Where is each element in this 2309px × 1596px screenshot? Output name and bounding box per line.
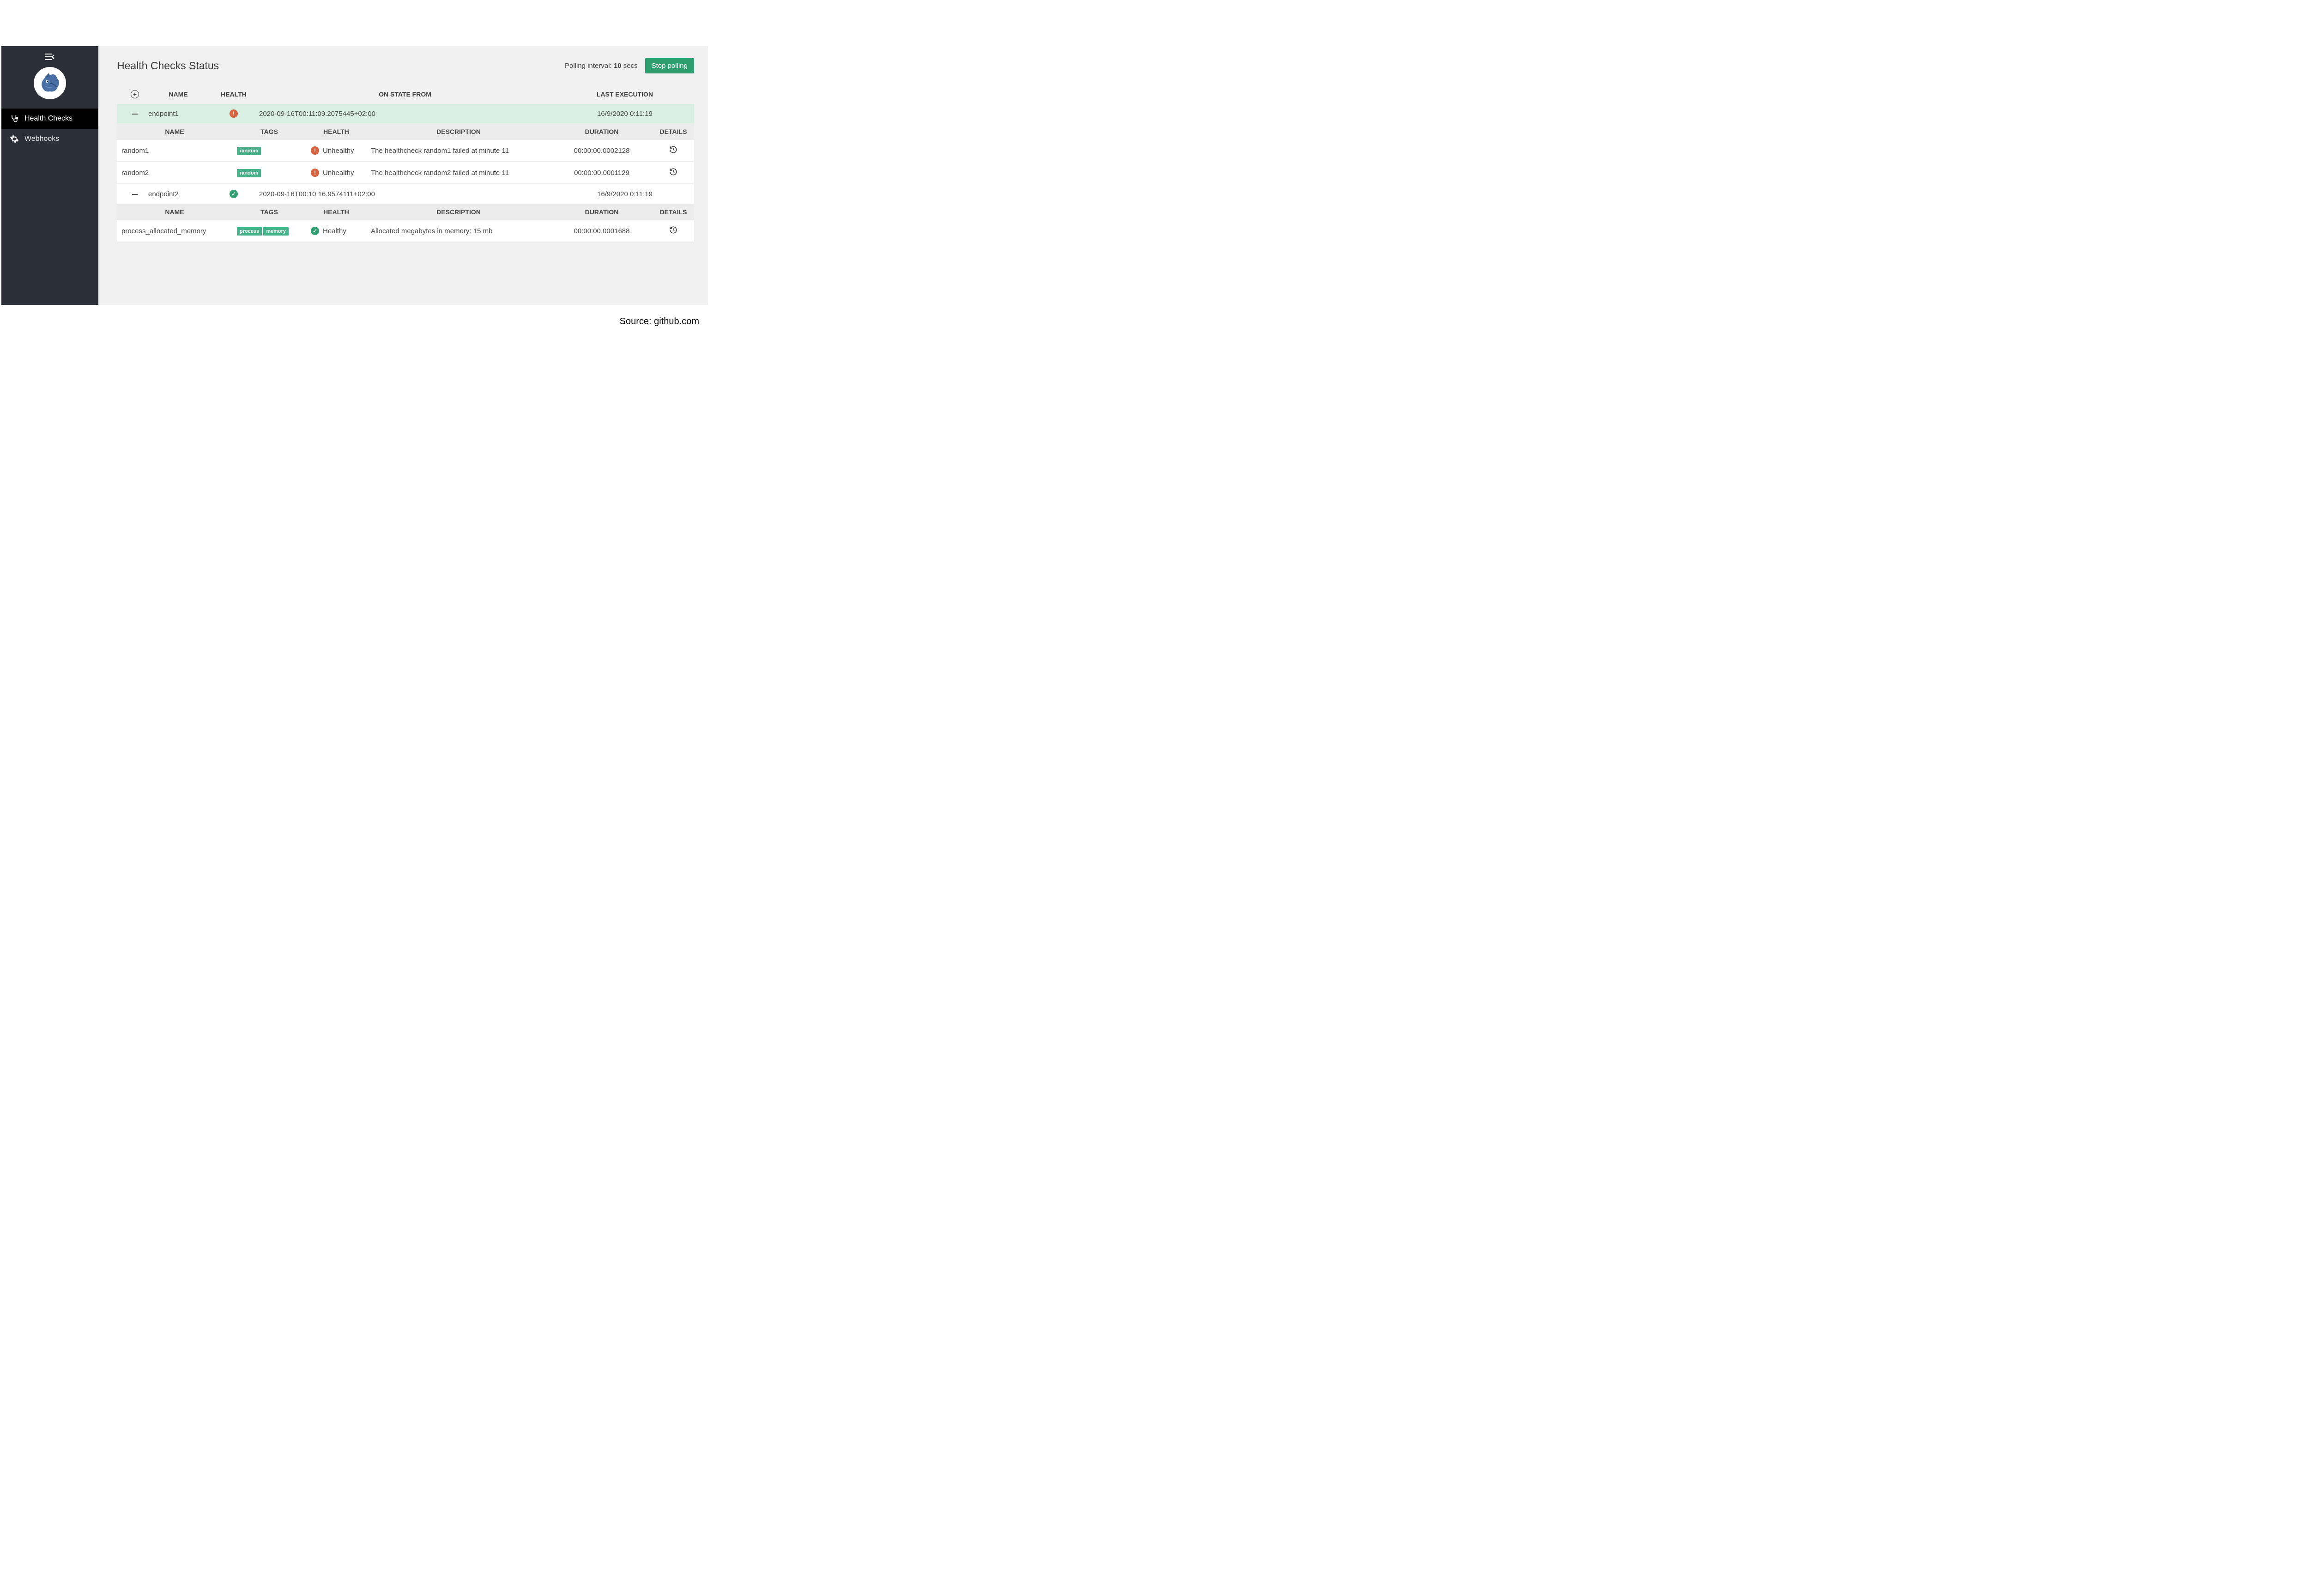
tag-badge: random	[237, 147, 261, 155]
table-body: endpoint1! 2020-09-16T00:11:09.2075445+02…	[117, 104, 694, 242]
col-inner-tags: TAGS	[232, 123, 306, 140]
sidebar-item-health-checks[interactable]: Health Checks	[1, 109, 98, 129]
col-inner-health: HEALTH	[306, 204, 366, 220]
check-description: The healthcheck random2 failed at minute…	[366, 162, 551, 184]
tag-badge: memory	[263, 227, 289, 236]
col-inner-name: NAME	[117, 204, 232, 220]
col-inner-description: DESCRIPTION	[366, 123, 551, 140]
col-inner-health: HEALTH	[306, 123, 366, 140]
check-name: process_allocated_memory	[117, 220, 232, 242]
sidebar-item-label: Health Checks	[24, 115, 73, 123]
health-checks-table: + NAME HEALTH ON STATE FROM LAST EXECUTI…	[117, 85, 694, 242]
tag-badge: process	[237, 227, 262, 236]
alert-circle-icon: !	[311, 169, 319, 177]
check-row: random2 random! Unhealthy The healthcheck r…	[117, 162, 694, 184]
alert-circle-icon: !	[311, 146, 319, 155]
col-inner-duration: DURATION	[551, 123, 653, 140]
collapse-toggle[interactable]	[117, 104, 144, 123]
header-right: Polling interval: 10 secs Stop polling	[565, 58, 694, 73]
page-title: Health Checks Status	[117, 60, 219, 72]
check-health-label: Unhealthy	[323, 169, 354, 177]
check-details	[653, 220, 694, 242]
check-name: random2	[117, 162, 232, 184]
check-circle-icon: ✓	[230, 190, 238, 198]
nav-list: Health Checks Webhooks	[1, 109, 98, 149]
col-inner-description: DESCRIPTION	[366, 204, 551, 220]
endpoint-health: !	[213, 104, 254, 123]
inner-table-header: NAMETAGSHEALTHDESCRIPTIONDURATIONDETAILS	[117, 204, 694, 220]
outer-table-header: + NAME HEALTH ON STATE FROM LAST EXECUTI…	[117, 85, 694, 104]
check-duration: 00:00:00.0001129	[551, 162, 653, 184]
check-row: random1 random! Unhealthy The healthcheck r…	[117, 140, 694, 162]
col-inner-details: DETAILS	[653, 123, 694, 140]
check-details	[653, 140, 694, 162]
check-health-label: Healthy	[323, 227, 346, 235]
alert-circle-icon: !	[230, 109, 238, 118]
avatar-container	[1, 67, 98, 99]
main-content: Health Checks Status Polling interval: 1…	[98, 46, 708, 305]
check-details	[653, 162, 694, 184]
minus-icon	[132, 194, 138, 195]
col-inner-duration: DURATION	[551, 204, 653, 220]
expand-all-header[interactable]: +	[117, 85, 144, 104]
sidebar-toggle-icon[interactable]	[1, 53, 98, 62]
check-tags: processmemory	[232, 220, 306, 242]
endpoint-on-state-from: 2020-09-16T00:11:09.2075445+02:00	[254, 104, 556, 123]
sidebar-item-webhooks[interactable]: Webhooks	[1, 129, 98, 149]
check-name: random1	[117, 140, 232, 162]
check-health-label: Unhealthy	[323, 147, 354, 155]
endpoint-name: endpoint2	[144, 184, 213, 204]
polling-interval-label: Polling interval: 10 secs	[565, 62, 638, 70]
check-row: process_allocated_memoryprocessmemory✓He…	[117, 220, 694, 242]
history-icon[interactable]	[669, 168, 677, 178]
col-last-execution: LAST EXECUTION	[556, 85, 694, 104]
endpoint-last-execution: 16/9/2020 0:11:19	[556, 104, 694, 123]
check-health: ✓ Healthy	[306, 220, 366, 242]
page-header: Health Checks Status Polling interval: 1…	[117, 58, 694, 73]
endpoint-row[interactable]: endpoint2 ✓ 2020-09-16T00:10:16.9574111+02…	[117, 184, 694, 204]
source-label: Source: github.com	[620, 316, 699, 327]
col-inner-details: DETAILS	[653, 204, 694, 220]
check-description: Allocated megabytes in memory: 15 mb	[366, 220, 551, 242]
plus-circle-icon: +	[131, 90, 139, 98]
gear-icon	[10, 134, 19, 144]
history-icon[interactable]	[669, 226, 677, 236]
endpoint-name: endpoint1	[144, 104, 213, 123]
stethoscope-icon	[10, 114, 19, 123]
check-duration: 00:00:00.0001688	[551, 220, 653, 242]
endpoint-on-state-from: 2020-09-16T00:10:16.9574111+02:00	[254, 184, 556, 204]
check-health: ! Unhealthy	[306, 162, 366, 184]
collapse-toggle[interactable]	[117, 184, 144, 204]
col-inner-name: NAME	[117, 123, 232, 140]
app-frame: Health Checks Webhooks Health Checks Stat…	[1, 46, 708, 305]
check-health: ! Unhealthy	[306, 140, 366, 162]
inner-table-header: NAMETAGSHEALTHDESCRIPTIONDURATIONDETAILS	[117, 123, 694, 140]
col-inner-tags: TAGS	[232, 204, 306, 220]
sidebar-item-label: Webhooks	[24, 135, 59, 143]
col-on-state-from: ON STATE FROM	[254, 85, 556, 104]
check-tags: random	[232, 162, 306, 184]
sidebar: Health Checks Webhooks	[1, 46, 98, 305]
endpoint-row[interactable]: endpoint1! 2020-09-16T00:11:09.2075445+02…	[117, 104, 694, 123]
avatar	[34, 67, 66, 99]
endpoint-health: ✓	[213, 184, 254, 204]
check-duration: 00:00:00.0002128	[551, 140, 653, 162]
col-health: HEALTH	[213, 85, 254, 104]
stop-polling-button[interactable]: Stop polling	[645, 58, 694, 73]
minus-icon	[132, 114, 138, 115]
check-description: The healthcheck random1 failed at minute…	[366, 140, 551, 162]
check-circle-icon: ✓	[311, 227, 319, 235]
history-icon[interactable]	[669, 145, 677, 156]
check-tags: random	[232, 140, 306, 162]
endpoint-last-execution: 16/9/2020 0:11:19	[556, 184, 694, 204]
tag-badge: random	[237, 169, 261, 177]
col-name: NAME	[144, 85, 213, 104]
